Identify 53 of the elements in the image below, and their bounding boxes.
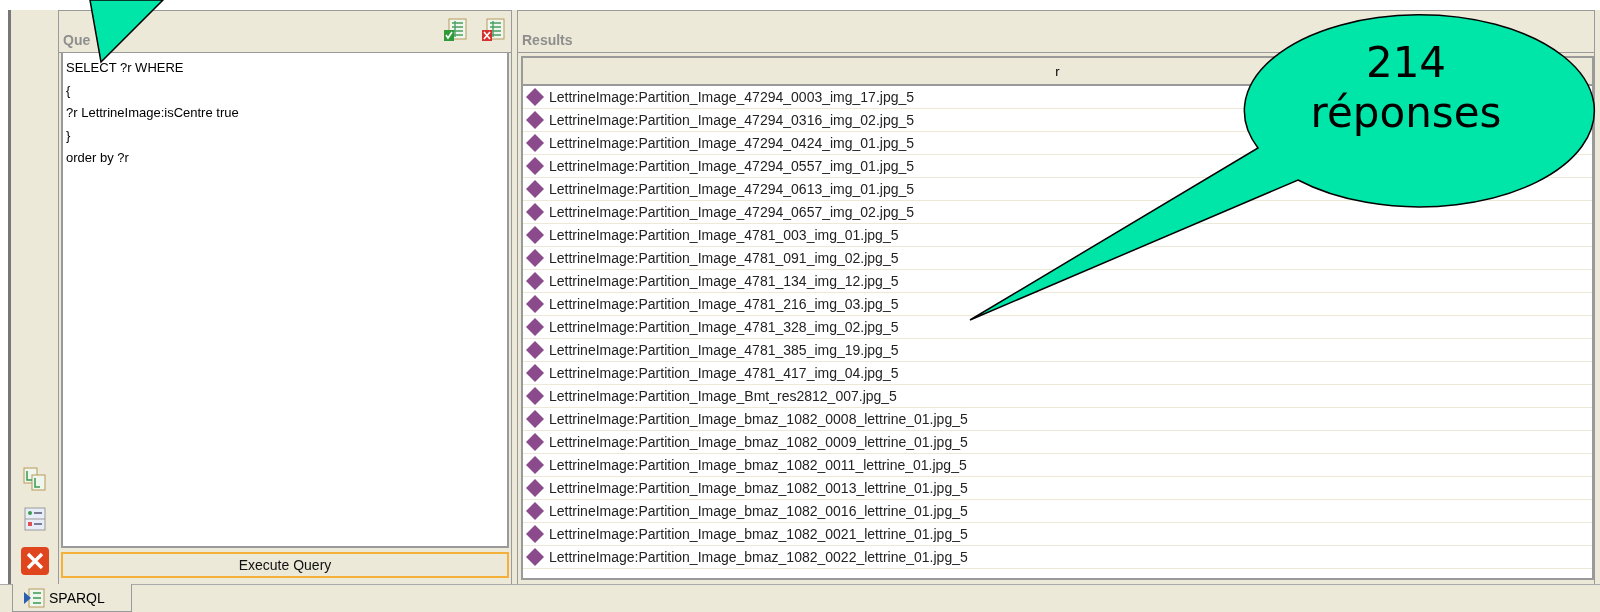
table-cell: LettrineImage:Partition_Image_4781_328_img_02.jpg_5 [549, 319, 899, 335]
table-cell: LettrineImage:Partition_Image_4781_003_img_01.jpg_5 [549, 227, 899, 243]
table-cell: LettrineImage:Partition_Image_4781_385_img_19.jpg_5 [549, 342, 899, 358]
diamond-icon [525, 179, 545, 199]
diamond-icon [525, 133, 545, 153]
table-cell: LettrineImage:Partition_Image_bmaz_1082_0011_lettrine_01.jpg_5 [549, 457, 967, 473]
execute-query-button[interactable]: Execute Query [61, 552, 509, 578]
table-cell: LettrineImage:Partition_Image_47294_0316_img_02.jpg_5 [549, 112, 915, 128]
table-cell: LettrineImage:Partition_Image_4781_417_img_04.jpg_5 [549, 365, 899, 381]
list-icon[interactable] [21, 506, 48, 532]
diamond-icon [525, 455, 545, 475]
diamond-icon [525, 317, 545, 337]
query-editor[interactable]: SELECT ?r WHERE { ?r LettrineImage:isCentre true } order by ?r [61, 53, 509, 548]
diamond-icon [525, 432, 545, 452]
diamond-icon [525, 501, 545, 521]
table-cell: LettrineImage:Partition_Image_4781_216_img_03.jpg_5 [549, 296, 899, 312]
panel-title: Results [522, 32, 574, 48]
table-cell: LettrineImage:Partition_Image_bmaz_1082_0008_lettrine_01.jpg_5 [549, 411, 968, 427]
table-cell: LettrineImage:Partition_Image_47294_0424_img_01.jpg_5 [549, 135, 915, 151]
diamond-icon [525, 340, 545, 360]
play-table-icon [23, 587, 45, 608]
diamond-icon [525, 202, 545, 222]
diamond-icon [525, 110, 545, 130]
table-cell: LettrineImage:Partition_Image_bmaz_1082_0009_lettrine_01.jpg_5 [549, 434, 968, 450]
table-cell: LettrineImage:Partition_Image_bmaz_1082_0016_lettrine_01.jpg_5 [549, 503, 968, 519]
table-cell: LettrineImage:Partition_Image_Bmt_res2812_007.jpg_5 [549, 388, 897, 404]
diamond-icon [525, 248, 545, 268]
table-cell: LettrineImage:Partition_Image_bmaz_1082_0022_lettrine_01.jpg_5 [549, 549, 968, 565]
diamond-icon [525, 547, 545, 567]
table-cell: LettrineImage:Partition_Image_47294_0657_img_02.jpg_5 [549, 204, 915, 220]
diamond-icon [525, 294, 545, 314]
diamond-icon [525, 478, 545, 498]
tab[interactable]: SPARQL [12, 584, 132, 612]
table-cell: LettrineImage:Partition_Image_47294_0613_img_01.jpg_5 [549, 181, 915, 197]
table-cell: LettrineImage:Partition_Image_4781_134_img_12.jpg_5 [549, 273, 899, 289]
table-cell: LettrineImage:Partition_Image_bmaz_1082_0013_lettrine_01.jpg_5 [549, 480, 968, 496]
diamond-icon [525, 363, 545, 383]
diamond-icon [525, 409, 545, 429]
table-delete-icon[interactable] [481, 18, 505, 42]
diamond-icon [525, 225, 545, 245]
table-cell: LettrineImage:Partition_Image_bmaz_1082_0021_lettrine_01.jpg_5 [549, 526, 968, 542]
diamond-icon [525, 524, 545, 544]
table-cell: LettrineImage:Partition_Image_47294_0003_img_17.jpg_5 [549, 89, 915, 105]
diamond-icon [525, 386, 545, 406]
callout-text: réponses [1310, 88, 1502, 138]
table-cell: LettrineImage:Partition_Image_47294_0557_img_01.jpg_5 [549, 158, 915, 174]
panel-title: Que [63, 32, 92, 48]
table-check-icon[interactable] [443, 18, 467, 42]
diamond-icon [525, 271, 545, 291]
diamond-icon [525, 156, 545, 176]
close-icon[interactable] [19, 546, 50, 576]
table-cell: LettrineImage:Partition_Image_4781_091_img_02.jpg_5 [549, 250, 899, 266]
copy-table-icon[interactable] [21, 466, 48, 492]
